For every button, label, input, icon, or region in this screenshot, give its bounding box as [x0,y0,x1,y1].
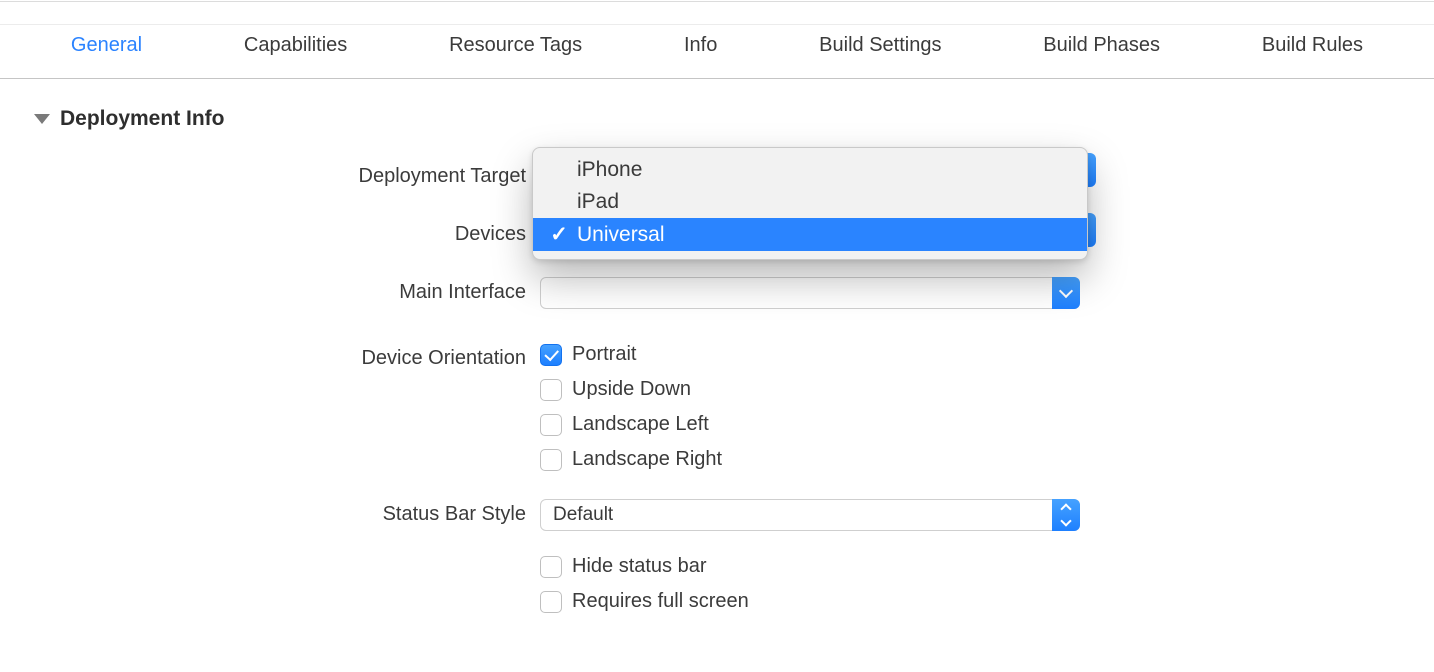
orientation-label: Portrait [572,343,636,366]
project-tabs: General Capabilities Resource Tags Info … [0,1,1434,79]
checkbox-icon[interactable] [540,556,562,578]
orientation-landscape-right[interactable]: Landscape Right [540,448,722,471]
checkbox-icon[interactable] [540,414,562,436]
check-label: Hide status bar [572,555,707,578]
devices-dropdown-menu[interactable]: iPhone iPad ✓ Universal [532,147,1088,260]
check-label: Requires full screen [572,590,749,613]
status-bar-style-value: Default [553,504,613,526]
disclosure-triangle-icon[interactable] [34,114,50,124]
menu-item-label: iPad [577,190,619,214]
checkbox-icon[interactable] [540,344,562,366]
label-device-orientation: Device Orientation [0,343,540,370]
label-main-interface: Main Interface [0,277,540,304]
status-bar-style-popup[interactable]: Default [540,499,1080,531]
orientation-landscape-left[interactable]: Landscape Left [540,413,722,436]
tab-capabilities[interactable]: Capabilities [240,28,351,63]
tab-info[interactable]: Info [680,28,721,63]
menu-item-label: iPhone [577,158,642,182]
orientation-label: Landscape Right [572,448,722,471]
devices-option-ipad[interactable]: iPad [533,186,1087,218]
hide-status-bar-check[interactable]: Hide status bar [540,555,749,578]
requires-full-screen-check[interactable]: Requires full screen [540,590,749,613]
check-icon: ✓ [551,222,567,247]
section-deployment-info[interactable]: Deployment Info [0,79,1434,131]
tab-resource-tags[interactable]: Resource Tags [445,28,586,63]
devices-option-iphone[interactable]: iPhone [533,154,1087,186]
menu-item-label: Universal [577,223,665,247]
label-deployment-target: Deployment Target [0,161,540,188]
stepper-icon[interactable] [1052,499,1080,531]
main-interface-combo[interactable] [540,277,1080,309]
checkbox-icon[interactable] [540,379,562,401]
checkbox-icon[interactable] [540,591,562,613]
devices-option-universal[interactable]: ✓ Universal [533,218,1087,251]
orientation-upside-down[interactable]: Upside Down [540,378,722,401]
orientation-label: Landscape Left [572,413,709,436]
tab-general[interactable]: General [67,28,146,63]
label-devices: Devices [0,219,540,246]
checkbox-icon[interactable] [540,449,562,471]
tab-build-rules[interactable]: Build Rules [1258,28,1367,63]
orientation-label: Upside Down [572,378,691,401]
tab-build-phases[interactable]: Build Phases [1039,28,1164,63]
section-title: Deployment Info [60,107,225,131]
orientation-portrait[interactable]: Portrait [540,343,722,366]
label-status-bar-style: Status Bar Style [0,499,540,526]
chevron-down-icon[interactable] [1052,277,1080,309]
tab-build-settings[interactable]: Build Settings [815,28,945,63]
